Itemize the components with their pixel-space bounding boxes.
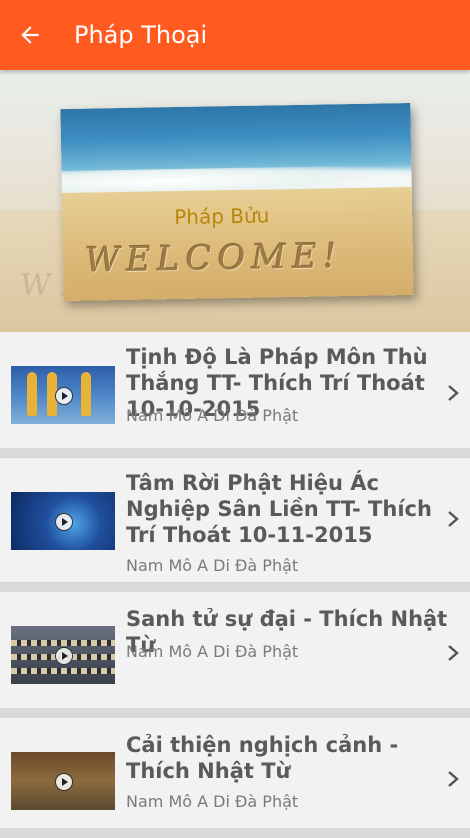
video-item[interactable]: Cải thiện nghịch cảnh - Thích Nhật Từ Na… [0,718,470,838]
video-channel: Nam Mô A Di Đà Phật [126,642,299,661]
video-item[interactable]: Tâm Rời Phật Hiệu Ác Nghiệp Sân Liền TT-… [0,458,470,592]
video-channel: Nam Mô A Di Đà Phật [126,406,299,425]
chevron-right-icon [448,645,459,661]
chevron-right-icon [448,771,459,787]
play-icon [55,773,73,791]
video-item[interactable]: Tịnh Độ Là Pháp Môn Thù Thắng TT- Thích … [0,332,470,458]
video-item[interactable]: Sanh tử sự đại - Thích Nhật Từ Nam Mô A … [0,592,470,718]
thumbnail-row [11,668,115,674]
video-title: Cải thiện nghịch cảnh - Thích Nhật Từ [126,733,399,783]
video-channel: Nam Mô A Di Đà Phật [126,556,299,575]
thumbnail-figure [81,372,91,416]
banner-caption: Pháp Bửu [174,203,270,230]
play-icon [55,647,73,665]
app-bar: Pháp Thoại [0,0,470,70]
video-title: Tâm Rời Phật Hiệu Ác Nghiệp Sân Liền TT-… [126,471,432,547]
video-thumbnail [11,626,115,684]
video-thumbnail [11,366,115,424]
chevron-right-icon [448,385,459,401]
play-icon [55,387,73,405]
video-thumbnail [11,752,115,810]
thumbnail-row [11,640,115,646]
welcome-banner: WELCOME! Pháp Bửu WELCOME! [0,70,470,332]
video-thumbnail [11,492,115,550]
video-channel: Nam Mô A Di Đà Phật [126,792,299,811]
chevron-right-icon [448,511,459,527]
play-icon [55,513,73,531]
banner-postcard: Pháp Bửu WELCOME! [60,102,414,302]
thumbnail-figure [27,372,37,416]
page-title: Pháp Thoại [74,21,208,49]
banner-welcome-text: WELCOME! [81,236,346,281]
arrow-left-icon [21,26,39,44]
video-list: Tịnh Độ Là Pháp Môn Thù Thắng TT- Thích … [0,332,470,838]
back-button[interactable] [0,0,60,70]
